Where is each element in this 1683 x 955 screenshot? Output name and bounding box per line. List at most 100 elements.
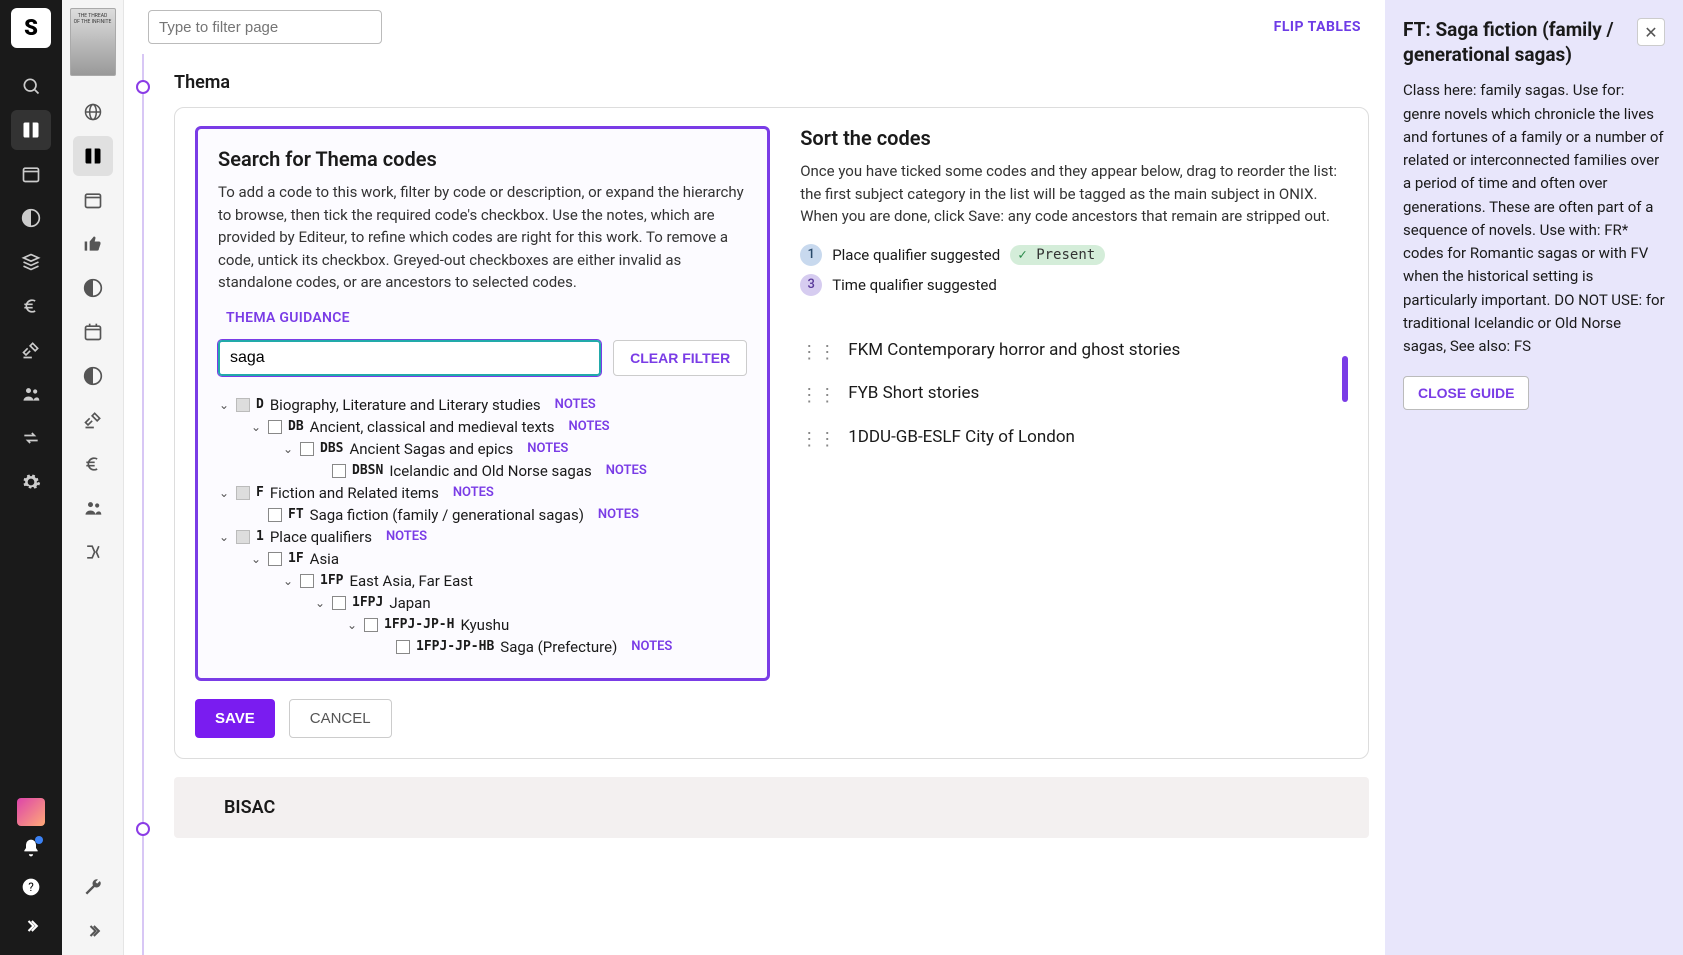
drag-handle-icon[interactable]: ⋮⋮ [800, 340, 836, 364]
chevron-down-icon[interactable]: ⌄ [218, 486, 230, 500]
sort-desc: Once you have ticked some codes and they… [800, 160, 1348, 228]
tree-row: ⌄ 1FP East Asia, Far East [218, 570, 747, 592]
notes-link[interactable]: NOTES [598, 507, 639, 522]
thema-guidance-link[interactable]: THEMA GUIDANCE [218, 310, 350, 326]
collapse-icon[interactable] [73, 911, 113, 951]
notes-link[interactable]: NOTES [527, 441, 568, 456]
layers-icon[interactable] [11, 242, 51, 282]
tree-checkbox[interactable] [396, 640, 410, 654]
date-icon[interactable] [73, 180, 113, 220]
globe-icon[interactable] [73, 92, 113, 132]
gavel-icon[interactable] [11, 330, 51, 370]
tree-code: DBS [320, 441, 343, 456]
tree-label: Saga (Prefecture) [500, 638, 617, 656]
chevron-down-icon[interactable]: ⌄ [282, 442, 294, 456]
tree-code: 1FPJ-JP-H [384, 617, 454, 632]
sort-heading: Sort the codes [800, 126, 1348, 150]
notes-link[interactable]: NOTES [606, 463, 647, 478]
contrast-icon-3[interactable] [73, 356, 113, 396]
chevron-down-icon[interactable]: ⌄ [218, 530, 230, 544]
book-open-icon[interactable] [73, 136, 113, 176]
notifications-icon[interactable] [21, 838, 41, 863]
app-logo[interactable]: S [11, 8, 51, 48]
close-icon[interactable]: ✕ [1637, 18, 1665, 46]
tree-label: East Asia, Far East [349, 572, 472, 590]
tree-checkbox[interactable] [300, 442, 314, 456]
search-icon[interactable] [11, 66, 51, 106]
tree-code: 1FPJ [352, 595, 383, 610]
euro-icon[interactable] [11, 286, 51, 326]
page-filter-input[interactable] [148, 10, 382, 44]
thema-tree: ⌄ D Biography, Literature and Literary s… [218, 394, 747, 658]
tree-row: ⌄ DBS Ancient Sagas and epics NOTES [218, 438, 747, 460]
clear-filter-button[interactable]: CLEAR FILTER [613, 340, 747, 376]
close-guide-button[interactable]: CLOSE GUIDE [1403, 376, 1529, 410]
contrast-icon-2[interactable] [73, 268, 113, 308]
qualifier-text: Place qualifier suggested [832, 246, 1000, 264]
tree-checkbox[interactable] [332, 596, 346, 610]
tree-checkbox [236, 530, 250, 544]
tree-checkbox[interactable] [268, 552, 282, 566]
search-desc: To add a code to this work, filter by co… [218, 181, 747, 294]
section-title-bisac: BISAC [224, 797, 1369, 818]
expand-icon[interactable] [21, 916, 41, 941]
help-icon[interactable]: ? [21, 877, 41, 902]
notes-link[interactable]: NOTES [569, 419, 610, 434]
assigned-code-row[interactable]: ⋮⋮FKM Contemporary horror and ghost stor… [800, 330, 1348, 374]
tree-code: 1 [256, 529, 264, 544]
tree-checkbox[interactable] [268, 508, 282, 522]
chevron-down-icon[interactable]: ⌄ [218, 398, 230, 412]
notes-link[interactable]: NOTES [555, 397, 596, 412]
tree-row: ⌄ 1F Asia [218, 548, 747, 570]
euro-icon-2[interactable] [73, 444, 113, 484]
tree-checkbox [236, 398, 250, 412]
chevron-down-icon[interactable]: ⌄ [314, 596, 326, 610]
notes-link[interactable]: NOTES [386, 529, 427, 544]
drag-handle-icon[interactable]: ⋮⋮ [800, 383, 836, 407]
chevron-down-icon[interactable]: ⌄ [346, 618, 358, 632]
tree-row: FT Saga fiction (family / generational s… [218, 504, 747, 526]
notes-link[interactable]: NOTES [453, 485, 494, 500]
people-icon[interactable] [11, 374, 51, 414]
calendar-icon[interactable] [11, 154, 51, 194]
tree-row: DBSN Icelandic and Old Norse sagasNOTES [218, 460, 747, 482]
drag-handle-icon[interactable]: ⋮⋮ [800, 427, 836, 451]
flip-tables-button[interactable]: FLIP TABLES [1274, 19, 1361, 35]
tree-label: Asia [310, 550, 339, 568]
assigned-codes-list: ⋮⋮FKM Contemporary horror and ghost stor… [800, 330, 1348, 461]
book-thumbnail[interactable] [70, 8, 116, 76]
tree-checkbox[interactable] [268, 420, 282, 434]
assigned-code-row[interactable]: ⋮⋮1DDU-GB-ESLF City of London [800, 417, 1348, 461]
transfer-icon[interactable] [11, 418, 51, 458]
thumbs-up-icon[interactable] [73, 224, 113, 264]
tree-code: 1F [288, 551, 304, 566]
notes-link[interactable]: NOTES [631, 639, 672, 654]
assigned-code-row[interactable]: ⋮⋮FYB Short stories [800, 373, 1348, 417]
user-avatar[interactable] [17, 798, 45, 826]
gear-icon[interactable] [11, 462, 51, 502]
book-icon[interactable] [11, 110, 51, 150]
topbar: FLIP TABLES [124, 0, 1385, 54]
tree-label: Ancient, classical and medieval texts [310, 418, 555, 436]
tree-label: Japan [389, 594, 430, 612]
chevron-down-icon[interactable]: ⌄ [282, 574, 294, 588]
tree-checkbox [236, 486, 250, 500]
thema-filter-input[interactable] [218, 340, 601, 376]
tree-row: ⌄ DB Ancient, classical and medieval tex… [218, 416, 747, 438]
wrench-icon[interactable] [73, 867, 113, 907]
save-button[interactable]: SAVE [195, 699, 275, 738]
chevron-down-icon[interactable]: ⌄ [250, 552, 262, 566]
contrast-icon[interactable] [11, 198, 51, 238]
tree-checkbox[interactable] [300, 574, 314, 588]
cancel-button[interactable]: CANCEL [289, 699, 392, 738]
tree-label: Ancient Sagas and epics [349, 440, 513, 458]
chevron-down-icon[interactable]: ⌄ [250, 420, 262, 434]
gavel-icon-2[interactable] [73, 400, 113, 440]
section-title-thema: Thema [174, 54, 1369, 107]
tree-checkbox[interactable] [332, 464, 346, 478]
date-range-icon[interactable] [73, 312, 113, 352]
tree-checkbox[interactable] [364, 618, 378, 632]
tree-code: DBSN [352, 463, 383, 478]
people-icon-2[interactable] [73, 488, 113, 528]
merge-icon[interactable] [73, 532, 113, 572]
